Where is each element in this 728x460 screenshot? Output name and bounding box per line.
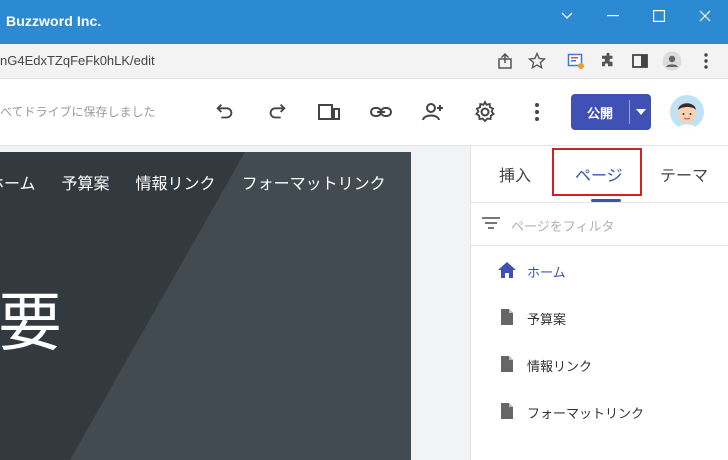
- address-bar[interactable]: nG4EdxTZqFeFk0hLK/edit: [0, 44, 728, 79]
- url-text[interactable]: nG4EdxTZqFeFk0hLK/edit: [0, 53, 155, 68]
- close-icon[interactable]: [682, 0, 728, 32]
- share-icon[interactable]: [495, 51, 515, 71]
- document-icon: [497, 354, 517, 374]
- page-item-label: 情報リンク: [527, 360, 593, 375]
- window-titlebar: Buzzword Inc.: [0, 0, 728, 44]
- extension-icon[interactable]: [566, 51, 586, 71]
- filter-icon: [482, 215, 500, 235]
- publish-button[interactable]: 公開: [571, 94, 651, 130]
- redo-icon[interactable]: [265, 100, 289, 124]
- page-item-label: ホーム: [527, 266, 566, 281]
- editor-toolbar: べてドライブに保存しました 公開: [0, 79, 728, 146]
- minimize-icon[interactable]: [590, 0, 636, 32]
- site-nav-item-info-links[interactable]: 情報リンク: [136, 170, 216, 194]
- more-vert-icon[interactable]: [696, 51, 716, 71]
- page-item-label: 予算案: [527, 313, 567, 328]
- page-item-info-links[interactable]: 情報リンク: [471, 344, 728, 384]
- document-icon: [497, 307, 517, 327]
- site-nav-item-format-links[interactable]: フォーマットリンク: [242, 170, 386, 194]
- document-icon: [497, 401, 517, 421]
- avatar[interactable]: [670, 95, 704, 129]
- site-nav: ホーム 予算案 情報リンク フォーマットリンク: [0, 170, 411, 194]
- site-header-preview[interactable]: ホーム 予算案 情報リンク フォーマットリンク 要: [0, 152, 411, 460]
- more-vert-icon[interactable]: [525, 100, 549, 124]
- profile-icon[interactable]: [662, 51, 682, 71]
- filter-placeholder[interactable]: ページをフィルタ: [511, 216, 614, 235]
- star-icon[interactable]: [527, 51, 547, 71]
- puzzle-icon[interactable]: [598, 51, 618, 71]
- home-icon: [497, 260, 517, 280]
- tab-themes[interactable]: テーマ: [660, 162, 708, 186]
- page-item-home[interactable]: ホーム: [471, 250, 728, 290]
- maximize-icon[interactable]: [636, 0, 682, 32]
- page-item-label: フォーマットリンク: [527, 407, 645, 422]
- highlight-box: [552, 148, 642, 196]
- preview-icon[interactable]: [317, 100, 341, 124]
- site-title[interactable]: 要: [0, 272, 62, 364]
- page-filter[interactable]: ページをフィルタ: [471, 202, 728, 246]
- side-panel: 挿入 ページ テーマ ページをフィルタ ホーム 予算案 情報リンク フォーマット…: [470, 146, 728, 460]
- save-status: べてドライブに保存しました: [0, 105, 156, 119]
- publish-label[interactable]: 公開: [571, 94, 629, 130]
- page-item-format-links[interactable]: フォーマットリンク: [471, 391, 728, 431]
- chevron-down-icon[interactable]: [544, 0, 590, 32]
- sidepanel-icon[interactable]: [630, 51, 650, 71]
- editor-canvas: ホーム 予算案 情報リンク フォーマットリンク 要: [0, 146, 470, 460]
- settings-icon[interactable]: [473, 100, 497, 124]
- link-icon[interactable]: [369, 100, 393, 124]
- page-item-budget[interactable]: 予算案: [471, 297, 728, 337]
- tab-insert[interactable]: 挿入: [499, 162, 531, 186]
- undo-icon[interactable]: [213, 100, 237, 124]
- site-nav-item-budget[interactable]: 予算案: [62, 170, 110, 194]
- publish-dropdown-icon[interactable]: [630, 94, 651, 130]
- window-title: Buzzword Inc.: [6, 13, 102, 29]
- site-nav-item-home[interactable]: ホーム: [0, 170, 36, 194]
- add-person-icon[interactable]: [421, 100, 445, 124]
